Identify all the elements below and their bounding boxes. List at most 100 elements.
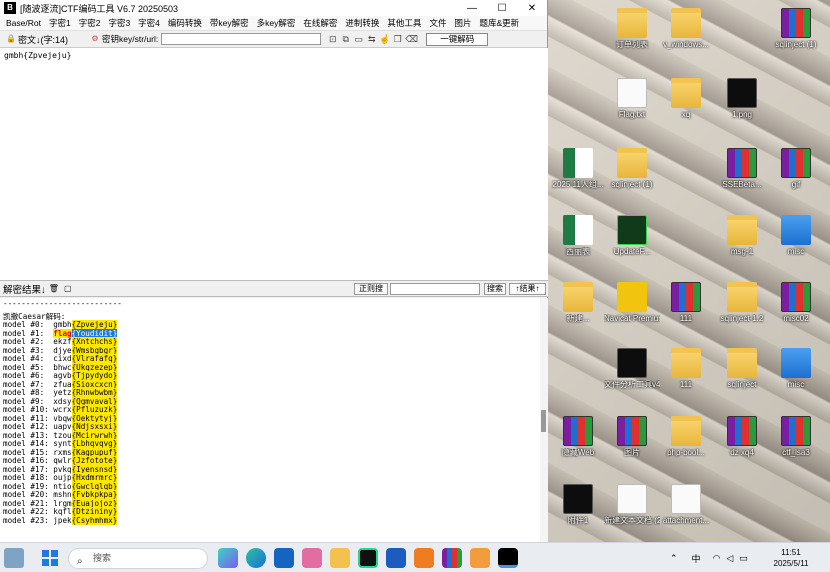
search-icon: ⌕	[77, 556, 83, 567]
desktop-icon[interactable]: SSEBeta...	[714, 148, 770, 190]
widgets-icon[interactable]	[4, 548, 24, 568]
swap-icon[interactable]: ⇆	[366, 34, 377, 45]
desktop-icon[interactable]: 西丽表	[550, 215, 606, 257]
outlook-icon[interactable]	[274, 548, 294, 568]
wps-icon[interactable]	[414, 548, 434, 568]
menu-item[interactable]: 字密1	[49, 17, 71, 29]
cipher-input[interactable]: gmbh{Zpvejeju}	[0, 48, 548, 281]
desktop-icon[interactable]: dz xq4	[714, 416, 770, 458]
key-input[interactable]	[161, 33, 322, 45]
thumb-up-icon[interactable]: ☝	[379, 34, 390, 45]
menu-item[interactable]: 文件	[429, 17, 446, 29]
desktop-icon-label: 文件分析工具v4	[604, 380, 660, 389]
desktop-icon[interactable]: sqlinject	[714, 348, 770, 390]
desktop-icon[interactable]: 新建文本文档 (2)	[604, 484, 660, 526]
menu-item[interactable]: 字密2	[79, 17, 101, 29]
file-explorer-icon[interactable]	[330, 548, 350, 568]
desktop-icon[interactable]: ctf_lsa3	[768, 416, 824, 458]
save-icon[interactable]: ▭	[353, 34, 364, 45]
desktop-icon[interactable]: gif	[768, 148, 824, 190]
menu-item[interactable]: Base/Rot	[6, 18, 41, 28]
excel-icon	[563, 148, 593, 178]
title-bar[interactable]: B [随波逐流]CTF编码工具 V6.7 20250503 — ☐ ✕	[0, 0, 547, 16]
copy-result-icon[interactable]: ▢	[63, 284, 73, 294]
desktop-icon[interactable]: 1.png	[714, 78, 770, 120]
word-icon[interactable]	[386, 548, 406, 568]
desktop-icon-label: 2025 11人组...	[552, 180, 604, 189]
desktop-icon[interactable]: msg-1	[714, 215, 770, 257]
menu-item[interactable]: 编码转换	[168, 17, 202, 29]
rar-icon	[781, 416, 811, 446]
yellow-icon	[617, 282, 647, 312]
trash-icon[interactable]: ⌫	[405, 34, 418, 45]
burp-icon[interactable]	[470, 548, 490, 568]
desktop-icon[interactable]: 111	[658, 282, 714, 324]
desktop-icon[interactable]: 隐藏Web	[550, 416, 606, 458]
one-click-decode-button[interactable]: 一键解码	[426, 32, 489, 46]
ime-indicator[interactable]: 中	[692, 552, 701, 565]
desktop-icon[interactable]: php-bool...	[658, 416, 714, 458]
minimize-button[interactable]: —	[457, 0, 487, 16]
result-up-button[interactable]: ↑结果↑	[509, 283, 546, 295]
folder-icon	[727, 215, 757, 245]
menu-item[interactable]: 图片	[454, 17, 471, 29]
pycharm-icon[interactable]	[358, 548, 378, 568]
desktop-icon[interactable]: misc	[768, 348, 824, 390]
search-button[interactable]: 搜索	[484, 283, 506, 295]
trash-icon[interactable]: 🗑	[49, 284, 59, 294]
winrar-icon[interactable]	[442, 548, 462, 568]
menu-item[interactable]: 字密4	[138, 17, 160, 29]
chevron-up-icon[interactable]: ⌃	[670, 553, 678, 564]
menu-item[interactable]: 在线解密	[303, 17, 337, 29]
desktop-icon[interactable]: 新建...	[550, 282, 606, 324]
desktop-icon[interactable]: 附件1	[550, 484, 606, 526]
decoded-output[interactable]: -------------------------- 凯撒Caesar解码: m…	[0, 298, 540, 542]
output-scrollbar-thumb[interactable]	[541, 410, 546, 432]
desktop-icon[interactable]: UpdateF...	[604, 215, 660, 257]
clear-icon[interactable]: ⊡	[327, 34, 338, 45]
ctf-tool-taskbar-icon[interactable]	[498, 548, 518, 568]
start-button[interactable]	[42, 550, 58, 566]
desktop-icon-label: 新建...	[566, 314, 590, 323]
menu-item[interactable]: 字密3	[108, 17, 130, 29]
menu-item[interactable]: 题库&更新	[479, 17, 519, 29]
volume-icon[interactable]: ◁	[726, 553, 733, 564]
desktop: 订单列表 v_windows... sqlinject (1) Flag.txt xq 1…	[548, 0, 830, 542]
folder-icon	[671, 416, 701, 446]
desktop-icon[interactable]: 2025 11人组...	[550, 148, 606, 190]
desktop-icon-label: sqlinject	[727, 380, 757, 389]
desktop-icon[interactable]: v_windows...	[658, 8, 714, 50]
wifi-icon[interactable]: ◠	[713, 553, 721, 564]
taskbar-search[interactable]: ⌕ 搜索	[68, 548, 208, 569]
bookmark-icon[interactable]: ❐	[392, 34, 403, 45]
edge-icon[interactable]	[246, 548, 266, 568]
clock[interactable]: 11:51 2025/5/11	[766, 547, 816, 569]
desktop-icon-label: misc02	[783, 314, 809, 323]
desktop-icon[interactable]: Flag.txt	[604, 78, 660, 120]
desktop-icon[interactable]: 文件分析工具v4	[604, 348, 660, 390]
desktop-icon[interactable]: 图片	[604, 416, 660, 458]
copy-icon[interactable]: ⧉	[340, 34, 351, 45]
desktop-icon[interactable]: sqlinject-1.2	[714, 282, 770, 324]
menu-item[interactable]: 其他工具	[387, 17, 421, 29]
desktop-icon[interactable]: 订单列表	[604, 8, 660, 50]
menu-item[interactable]: 进制转换	[345, 17, 379, 29]
desktop-icon[interactable]: xq	[658, 78, 714, 120]
cat-app-icon[interactable]	[302, 548, 322, 568]
desktop-icon[interactable]: Navicat Premium 16	[604, 282, 660, 324]
close-button[interactable]: ✕	[517, 0, 547, 16]
maximize-button[interactable]: ☐	[487, 0, 517, 16]
desktop-icon[interactable]: sqlinject (1)	[604, 148, 660, 190]
desktop-icon[interactable]: misc02	[768, 282, 824, 324]
folder-icon	[617, 148, 647, 178]
menu-item[interactable]: 带key解密	[210, 17, 249, 29]
desktop-icon[interactable]: sqlinject (1)	[768, 8, 824, 50]
desktop-icon[interactable]: misc	[768, 215, 824, 257]
regex-input[interactable]	[390, 283, 480, 295]
regex-search-button[interactable]: 正则搜	[354, 283, 388, 295]
battery-icon[interactable]: ▭	[739, 553, 748, 564]
desktop-icon[interactable]: 111	[658, 348, 714, 390]
menu-item[interactable]: 多key解密	[257, 17, 296, 29]
copilot-icon[interactable]	[218, 548, 238, 568]
desktop-icon[interactable]: attachment...	[658, 484, 714, 526]
